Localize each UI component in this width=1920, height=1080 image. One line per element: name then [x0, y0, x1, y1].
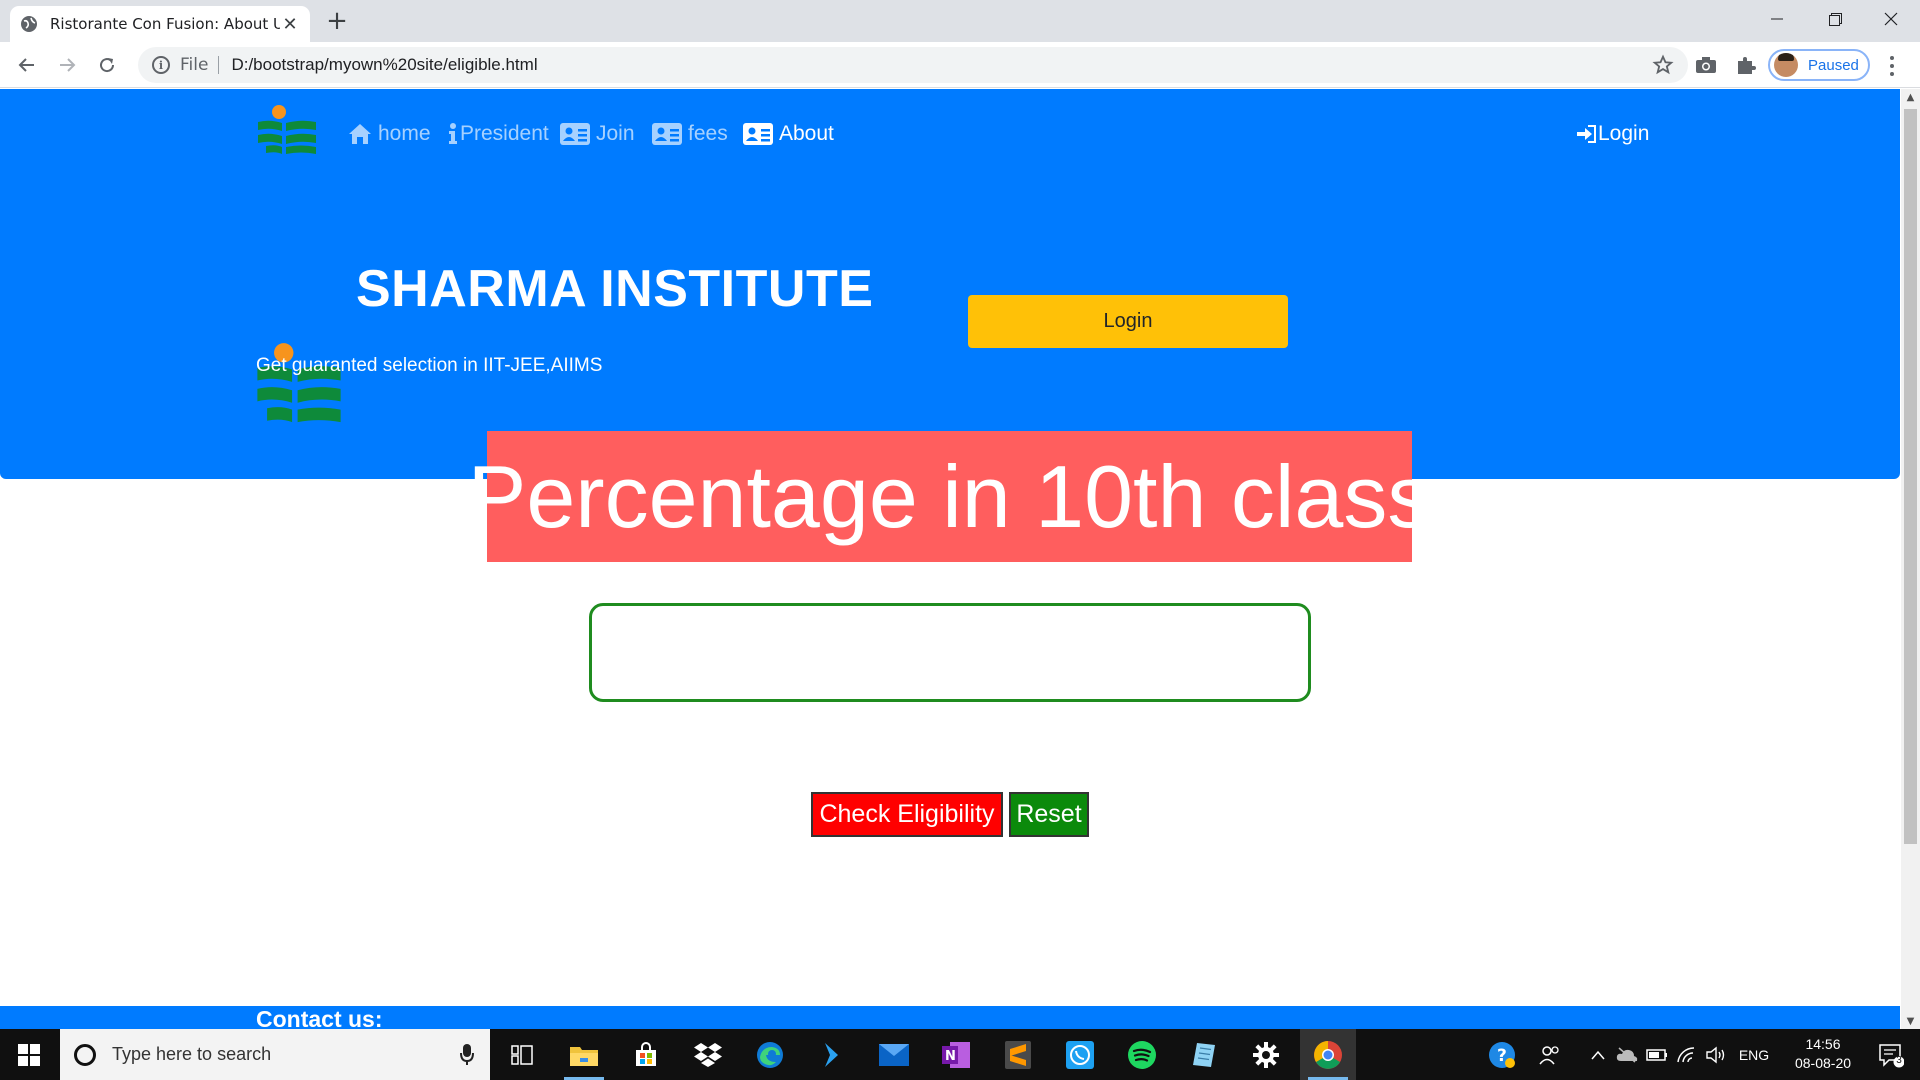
notepad-icon[interactable] [1176, 1029, 1232, 1080]
clock-date: 08-08-20 [1794, 1055, 1852, 1071]
visual-studio-code-icon[interactable] [804, 1029, 860, 1080]
windows-start-icon[interactable] [0, 1029, 58, 1080]
wifi-icon[interactable] [1672, 1029, 1702, 1080]
nav-about[interactable]: About [743, 119, 834, 149]
browser-menu-icon[interactable] [1882, 54, 1902, 78]
profile-button[interactable]: Paused [1768, 49, 1870, 81]
new-tab-button[interactable]: + [324, 8, 350, 35]
edge-browser-icon[interactable] [742, 1029, 798, 1080]
cortana-icon [74, 1043, 96, 1066]
dropbox-icon[interactable] [680, 1029, 736, 1080]
url-text[interactable]: D:/bootstrap/myown%20site/eligible.html [231, 55, 537, 75]
nav-president-label: President [460, 122, 549, 145]
language-indicator[interactable]: ENG [1734, 1029, 1774, 1080]
svg-text:N: N [945, 1049, 956, 1064]
avatar [1774, 53, 1798, 77]
window-close-icon[interactable] [1862, 0, 1920, 38]
forward-icon[interactable] [52, 50, 82, 80]
scroll-down-icon[interactable]: ▼ [1901, 1013, 1920, 1029]
nav-join-label: Join [596, 122, 635, 145]
windows-taskbar: Type here to search N ? ENG 14:56 08-08-… [0, 1029, 1920, 1080]
reset-button[interactable]: Reset [1009, 792, 1089, 837]
people-icon[interactable] [1530, 1029, 1570, 1080]
navbar-login-link[interactable]: Login [1576, 119, 1649, 149]
browser-toolbar: i File D:/bootstrap/myown%20site/eligibl… [0, 42, 1920, 88]
system-clock[interactable]: 14:56 08-08-20 [1776, 1035, 1870, 1073]
check-eligibility-button[interactable]: Check Eligibility [811, 792, 1003, 837]
jumbotron-login-button[interactable]: Login [968, 295, 1288, 348]
globe-icon [20, 15, 38, 33]
spotify-icon[interactable] [1114, 1029, 1170, 1080]
nav-about-label: About [779, 122, 834, 145]
navbar-login-label: Login [1598, 122, 1650, 145]
brand-title: SHARMA INSTITUTE [356, 260, 874, 318]
browser-tabstrip: Ristorante Con Fusion: About Us ✕ + [0, 0, 1920, 42]
reload-icon[interactable] [92, 50, 122, 80]
whatsapp-icon[interactable] [1052, 1029, 1108, 1080]
mail-icon[interactable] [866, 1029, 922, 1080]
page-scrollbar[interactable]: ▲ ▼ [1901, 89, 1920, 1029]
address-card-icon [652, 123, 682, 145]
settings-gear-icon[interactable] [1238, 1029, 1294, 1080]
home-icon [349, 124, 371, 144]
nav-join[interactable]: Join [560, 119, 635, 149]
notifications-icon[interactable]: 3 [1868, 1029, 1914, 1080]
profile-status: Paused [1808, 56, 1859, 74]
onenote-icon[interactable]: N [928, 1029, 984, 1080]
address-card-icon [743, 123, 773, 145]
nav-president[interactable]: President [448, 119, 549, 149]
sign-in-icon [1577, 125, 1596, 143]
restore-icon[interactable] [1806, 0, 1864, 38]
nav-home[interactable]: home [348, 119, 431, 149]
address-card-icon [560, 123, 590, 145]
percentage-input[interactable] [589, 603, 1311, 702]
info-icon [449, 123, 457, 144]
browser-tab[interactable]: Ristorante Con Fusion: About Us ✕ [10, 6, 310, 42]
clock-time: 14:56 [1805, 1036, 1841, 1052]
microphone-icon[interactable] [460, 1043, 474, 1066]
footer-contact-title: Contact us: [256, 1006, 383, 1029]
file-explorer-icon[interactable] [556, 1029, 612, 1080]
camera-icon[interactable] [1694, 53, 1718, 77]
volume-icon[interactable] [1702, 1029, 1732, 1080]
nav-home-label: home [378, 122, 431, 145]
footer: Contact us: [0, 1006, 1900, 1029]
nav-fees[interactable]: fees [652, 119, 728, 149]
page-viewport: home President Join fees About Login SHA… [0, 89, 1920, 1029]
address-bar[interactable]: i File D:/bootstrap/myown%20site/eligibl… [138, 47, 1688, 83]
battery-icon[interactable] [1642, 1029, 1672, 1080]
tab-close-icon[interactable]: ✕ [280, 14, 300, 35]
brand-tagline: Get guaranted selection in IIT-JEE,AIIMS [256, 355, 603, 376]
tray-expand-icon[interactable] [1584, 1029, 1612, 1080]
minimize-icon[interactable] [1748, 0, 1806, 38]
url-scheme-label: File [180, 56, 220, 74]
microsoft-store-icon[interactable] [618, 1029, 674, 1080]
onedrive-offline-icon[interactable] [1612, 1029, 1642, 1080]
nav-fees-label: fees [688, 122, 728, 145]
sublime-text-icon[interactable] [990, 1029, 1046, 1080]
tab-title: Ristorante Con Fusion: About Us [50, 15, 280, 33]
scroll-up-icon[interactable]: ▲ [1901, 89, 1920, 105]
institute-logo-icon [256, 105, 318, 159]
extensions-icon[interactable] [1734, 53, 1758, 77]
site-navbar: home President Join fees About Login [0, 89, 1900, 173]
taskbar-search-box[interactable]: Type here to search [60, 1029, 490, 1080]
notification-count-badge: 3 [1896, 1055, 1902, 1066]
bookmark-star-icon[interactable] [1652, 54, 1674, 76]
help-icon[interactable]: ? [1480, 1029, 1524, 1080]
site-info-icon[interactable]: i [152, 56, 170, 74]
chrome-icon[interactable] [1300, 1029, 1356, 1080]
percentage-heading: Percentage in 10th class [468, 431, 1431, 562]
back-icon[interactable] [12, 50, 42, 80]
taskbar-search-placeholder: Type here to search [112, 1044, 272, 1064]
task-view-icon[interactable] [494, 1029, 550, 1080]
scrollbar-thumb[interactable] [1904, 109, 1917, 844]
